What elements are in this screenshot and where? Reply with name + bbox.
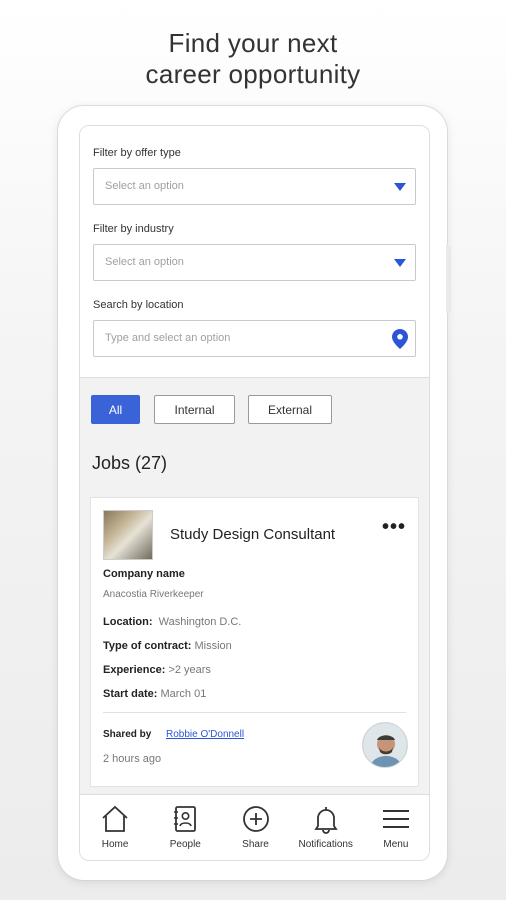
filter-chip-external[interactable]: External bbox=[248, 395, 332, 424]
bell-icon bbox=[314, 807, 338, 834]
share-icon bbox=[242, 806, 269, 832]
tab-home[interactable]: Home bbox=[80, 795, 150, 860]
job-thumbnail bbox=[103, 510, 153, 560]
offer-type-label: Filter by offer type bbox=[93, 147, 181, 159]
people-icon bbox=[174, 806, 197, 832]
offer-type-select[interactable]: Select an option bbox=[93, 168, 416, 205]
location-pin-icon bbox=[392, 329, 408, 349]
filters-panel: Filter by offer type Select an option Fi… bbox=[80, 126, 429, 378]
contract-key: Type of contract: bbox=[103, 640, 192, 652]
offer-type-placeholder: Select an option bbox=[105, 180, 184, 192]
jobs-count-heading: Jobs (27) bbox=[92, 453, 168, 473]
location-key: Location: bbox=[103, 616, 153, 628]
phone-side-button bbox=[446, 245, 451, 313]
industry-placeholder: Select an option bbox=[105, 256, 184, 268]
chevron-down-icon bbox=[394, 259, 406, 267]
more-options-icon[interactable]: ••• bbox=[382, 516, 406, 539]
avatar[interactable] bbox=[362, 722, 408, 768]
card-divider bbox=[103, 712, 406, 713]
industry-select[interactable]: Select an option bbox=[93, 244, 416, 281]
tab-share-label: Share bbox=[242, 839, 269, 850]
company-label-row: Company name bbox=[103, 568, 185, 580]
experience-value: >2 years bbox=[168, 664, 211, 676]
filter-chip-internal[interactable]: Internal bbox=[154, 395, 235, 424]
company-value: Anacostia Riverkeeper bbox=[103, 589, 204, 600]
location-placeholder: Type and select an option bbox=[105, 332, 231, 344]
start-date-row: Start date: March 01 bbox=[103, 688, 206, 700]
tab-menu-label: Menu bbox=[383, 839, 409, 850]
job-title[interactable]: Study Design Consultant bbox=[170, 526, 335, 543]
tab-menu[interactable]: Menu bbox=[361, 795, 429, 860]
tab-people-label: People bbox=[169, 839, 201, 850]
shared-by-link[interactable]: Robbie O'Donnell bbox=[166, 729, 244, 740]
shared-by-label: Shared by bbox=[103, 729, 152, 740]
filter-chip-all[interactable]: All bbox=[91, 395, 140, 424]
app-screen: Filter by offer type Select an option Fi… bbox=[79, 125, 430, 861]
tab-notifications[interactable]: Notifications bbox=[291, 795, 361, 860]
experience-key: Experience: bbox=[103, 664, 166, 676]
industry-label: Filter by industry bbox=[93, 223, 174, 235]
bottom-tab-bar: Home People Share Notifications Menu bbox=[80, 794, 429, 860]
location-input[interactable]: Type and select an option bbox=[93, 320, 416, 357]
tab-share[interactable]: Share bbox=[220, 795, 290, 860]
headline: Find your next career opportunity bbox=[0, 28, 506, 90]
contract-value: Mission bbox=[194, 640, 232, 652]
tab-people[interactable]: People bbox=[150, 795, 220, 860]
tab-notifications-label: Notifications bbox=[298, 839, 353, 850]
experience-row: Experience: >2 years bbox=[103, 664, 211, 676]
job-card[interactable]: Study Design Consultant ••• Company name… bbox=[90, 497, 419, 787]
location-row: Location: Washington D.C. bbox=[103, 616, 241, 628]
chevron-down-icon bbox=[394, 183, 406, 191]
home-icon bbox=[102, 805, 128, 832]
posted-time: 2 hours ago bbox=[103, 753, 162, 765]
contract-row: Type of contract: Mission bbox=[103, 640, 232, 652]
menu-icon bbox=[382, 810, 409, 828]
start-date-value: March 01 bbox=[160, 688, 207, 700]
tab-home-label: Home bbox=[101, 839, 129, 850]
company-label: Company name bbox=[103, 568, 185, 580]
avatar-portrait bbox=[363, 723, 407, 767]
start-date-key: Start date: bbox=[103, 688, 158, 700]
location-label: Search by location bbox=[93, 299, 184, 311]
location-value: Washington D.C. bbox=[158, 616, 242, 628]
headline-line-1: Find your next bbox=[168, 28, 338, 58]
headline-line-2: career opportunity bbox=[145, 59, 361, 89]
